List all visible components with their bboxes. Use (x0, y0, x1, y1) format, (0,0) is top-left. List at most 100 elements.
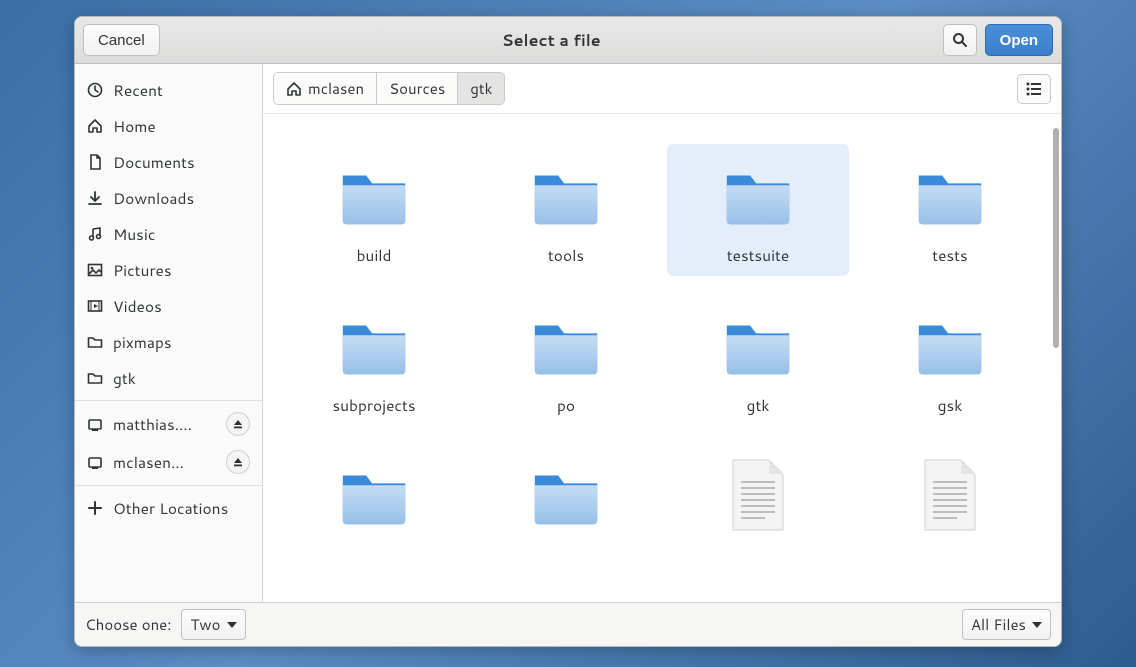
sidebar-item-label: Videos (113, 295, 250, 317)
item-label: subprojects (332, 394, 415, 416)
drive-icon (87, 454, 103, 470)
headerbar: Cancel Select a file Open (75, 17, 1061, 64)
breadcrumb-mclasen[interactable]: mclasen (274, 73, 377, 104)
folder-item[interactable] (283, 444, 465, 554)
folder-icon (911, 158, 989, 236)
file-icon (921, 458, 979, 532)
recent-icon (87, 82, 103, 98)
folder-item[interactable]: build (283, 144, 465, 276)
sidebar-item-label: Other Locations (113, 497, 250, 519)
folder-icon (335, 308, 413, 386)
main-area: mclasen Sources gtk build tools testsuite tes… (263, 64, 1061, 602)
plus-icon (87, 500, 103, 516)
item-label: tools (548, 244, 584, 266)
video-icon (87, 298, 103, 314)
folder-icon (87, 370, 103, 386)
sidebar-item-mclasen[interactable]: mclasen… (75, 443, 262, 481)
picture-icon (87, 262, 103, 278)
home-icon (286, 81, 302, 97)
sidebar-item-documents[interactable]: Documents (75, 144, 262, 180)
item-label: po (557, 394, 575, 416)
sidebar-item-label: pixmaps (113, 331, 250, 353)
sidebar-item-pixmaps[interactable]: pixmaps (75, 324, 262, 360)
cancel-button[interactable]: Cancel (83, 24, 160, 56)
breadcrumb-label: Sources (389, 78, 445, 99)
item-label: gsk (938, 394, 963, 416)
download-icon (87, 190, 103, 206)
sidebar-item-label: Documents (113, 151, 250, 173)
sidebar-item-pictures[interactable]: Pictures (75, 252, 262, 288)
choose-combo[interactable]: Two (181, 609, 245, 640)
choose-value: Two (190, 614, 220, 635)
file-chooser-dialog: Cancel Select a file Open Recent Home Docu… (74, 16, 1062, 647)
drive-icon (87, 416, 103, 432)
folder-icon (335, 458, 413, 536)
list-icon (1026, 82, 1042, 96)
file-item[interactable] (859, 444, 1041, 554)
chevron-down-icon (227, 622, 237, 628)
sidebar-item-music[interactable]: Music (75, 216, 262, 252)
folder-item[interactable]: subprojects (283, 294, 465, 426)
sidebar-item-label: Pictures (113, 259, 250, 281)
folder-icon (719, 308, 797, 386)
folder-item[interactable] (475, 444, 657, 554)
item-label: tests (932, 244, 967, 266)
dialog-title: Select a file (168, 29, 935, 52)
sidebar-item-label: matthias.… (113, 413, 216, 435)
folder-item[interactable]: po (475, 294, 657, 426)
chevron-down-icon (1032, 622, 1042, 628)
folder-icon (719, 158, 797, 236)
sidebar-item-label: mclasen… (113, 451, 216, 473)
choose-label: Choose one: (85, 614, 171, 635)
folder-icon (87, 334, 103, 350)
sidebar-item-matthias[interactable]: matthias.… (75, 405, 262, 443)
doc-icon (87, 154, 103, 170)
file-grid: build tools testsuite tests subprojects po gtk… (283, 144, 1041, 554)
filter-value: All Files (971, 614, 1026, 635)
folder-item[interactable]: gtk (667, 294, 849, 426)
breadcrumb-label: mclasen (308, 78, 364, 99)
folder-icon (527, 308, 605, 386)
breadcrumb-gtk[interactable]: gtk (458, 73, 504, 104)
sidebar-item-gtk[interactable]: gtk (75, 360, 262, 396)
search-button[interactable] (943, 24, 977, 56)
sidebar-item-label: Recent (113, 79, 250, 101)
file-icon (729, 458, 787, 532)
sidebar-item-other-locations[interactable]: Other Locations (75, 490, 262, 526)
folder-item[interactable]: gsk (859, 294, 1041, 426)
view-list-button[interactable] (1017, 74, 1051, 104)
open-button[interactable]: Open (985, 24, 1053, 56)
folder-icon (527, 158, 605, 236)
music-icon (87, 226, 103, 242)
eject-button[interactable] (226, 412, 250, 436)
eject-button[interactable] (226, 450, 250, 474)
folder-icon (335, 158, 413, 236)
folder-item[interactable]: tools (475, 144, 657, 276)
sidebar: Recent Home Documents Downloads Music Picture… (75, 64, 263, 602)
sidebar-item-label: Home (113, 115, 250, 137)
sidebar-item-label: gtk (113, 367, 250, 389)
breadcrumb-label: gtk (470, 78, 492, 99)
folder-item[interactable]: tests (859, 144, 1041, 276)
sidebar-item-videos[interactable]: Videos (75, 288, 262, 324)
scrollbar[interactable] (1053, 128, 1059, 348)
file-item[interactable] (667, 444, 849, 554)
breadcrumb-Sources[interactable]: Sources (377, 73, 458, 104)
item-label: gtk (747, 394, 770, 416)
sidebar-item-home[interactable]: Home (75, 108, 262, 144)
folder-icon (911, 308, 989, 386)
search-icon (952, 32, 968, 48)
file-grid-scroll[interactable]: build tools testsuite tests subprojects po gtk… (263, 114, 1061, 602)
pathbar-row: mclasen Sources gtk (263, 64, 1061, 114)
sidebar-item-downloads[interactable]: Downloads (75, 180, 262, 216)
item-label: build (356, 244, 391, 266)
sidebar-item-recent[interactable]: Recent (75, 72, 262, 108)
folder-icon (527, 458, 605, 536)
filter-combo[interactable]: All Files (962, 609, 1051, 640)
home-icon (87, 118, 103, 134)
dialog-body: Recent Home Documents Downloads Music Picture… (75, 64, 1061, 602)
footer: Choose one: Two All Files (75, 602, 1061, 646)
folder-item[interactable]: testsuite (667, 144, 849, 276)
sidebar-item-label: Downloads (113, 187, 250, 209)
pathbar: mclasen Sources gtk (273, 72, 505, 105)
